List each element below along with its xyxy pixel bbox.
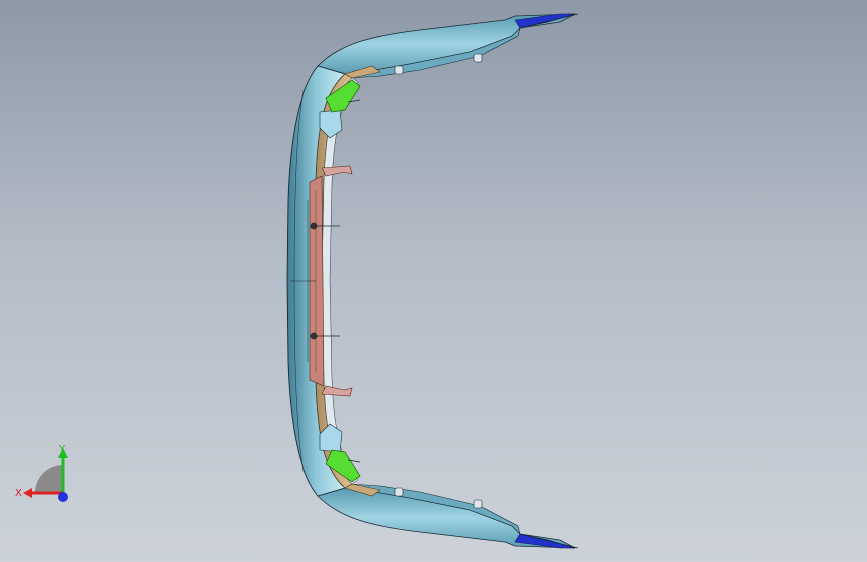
upper-hook	[321, 165, 353, 177]
z-axis-icon	[58, 492, 68, 502]
y-axis-label: Y	[58, 444, 66, 455]
graphics-viewport[interactable]: Y X	[0, 0, 867, 562]
bumper-part-model[interactable]	[0, 0, 867, 562]
lower-hook	[321, 385, 353, 397]
orientation-triad: Y X	[15, 444, 68, 502]
triad-plane-icon	[35, 465, 63, 493]
x-axis-label: X	[15, 488, 22, 499]
inner-structure-strip	[321, 77, 359, 485]
